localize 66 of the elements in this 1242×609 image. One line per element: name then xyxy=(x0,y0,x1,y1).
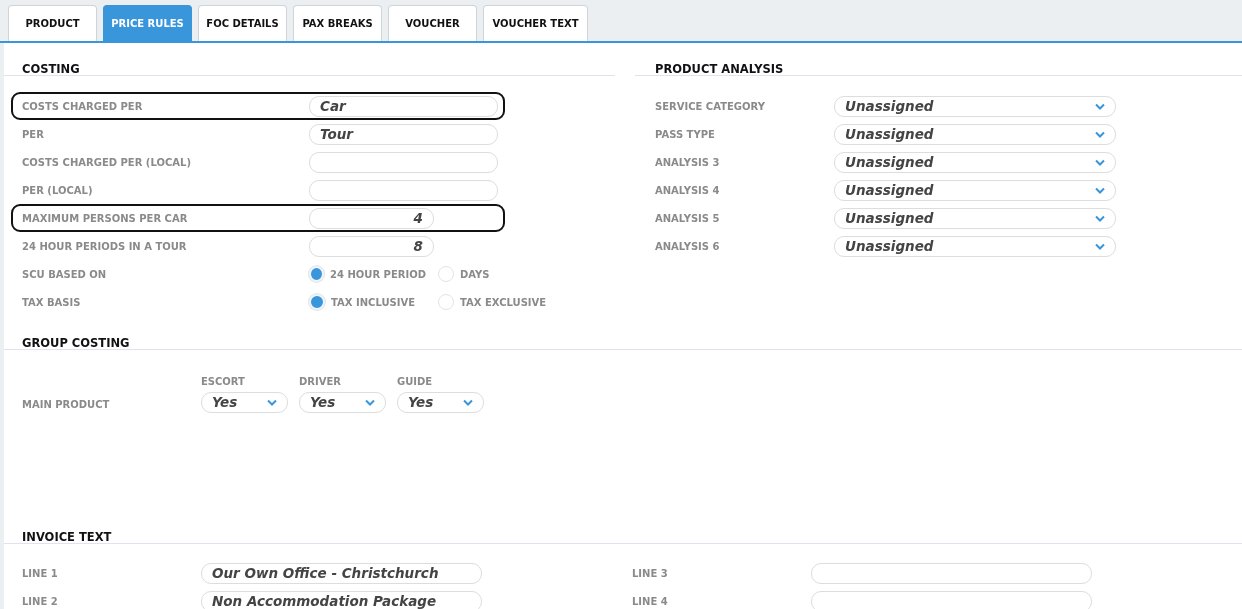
column-header: ESCORT xyxy=(201,375,245,387)
dropdown[interactable]: Unassigned xyxy=(834,207,1116,229)
section-title: PRODUCT ANALYSIS xyxy=(655,62,784,76)
field-label: PER xyxy=(22,128,45,140)
chevron-down-icon xyxy=(1095,242,1105,250)
input-field[interactable]: 4 xyxy=(309,207,434,229)
chevron-down-icon xyxy=(463,398,473,406)
chevron-down-icon xyxy=(1095,102,1105,110)
input-field[interactable]: Car xyxy=(309,95,498,117)
chevron-down-icon xyxy=(1095,158,1105,166)
input-field[interactable] xyxy=(811,562,1092,584)
field-label: MAXIMUM PERSONS PER CAR xyxy=(22,212,189,224)
dropdown[interactable]: Unassigned xyxy=(834,95,1116,117)
field-label: PER (LOCAL) xyxy=(22,184,94,196)
dropdown[interactable]: Unassigned xyxy=(834,151,1116,173)
tab[interactable]: FOC DETAILS xyxy=(198,5,287,41)
dropdown[interactable]: Unassigned xyxy=(834,179,1116,201)
field-label: TAX BASIS xyxy=(22,296,82,308)
tab[interactable]: VOUCHER TEXT xyxy=(483,5,588,41)
radio-button[interactable] xyxy=(309,266,325,282)
input-field[interactable]: Tour xyxy=(309,123,498,145)
chevron-down-icon xyxy=(1095,214,1105,222)
column-header: GUIDE xyxy=(397,375,433,387)
section-title: COSTING xyxy=(22,62,80,76)
input-field[interactable] xyxy=(309,151,498,173)
field-label: 24 HOUR PERIODS IN A TOUR xyxy=(22,240,188,252)
field-label: COSTS CHARGED PER (LOCAL) xyxy=(22,156,192,168)
tab[interactable]: VOUCHER xyxy=(388,5,477,41)
radio-label: TAX EXCLUSIVE xyxy=(460,296,547,308)
tab[interactable]: PAX BREAKS xyxy=(293,5,382,41)
dropdown[interactable]: Unassigned xyxy=(834,123,1116,145)
tab[interactable]: PRODUCT xyxy=(8,5,97,41)
chevron-down-icon xyxy=(1095,186,1105,194)
radio-button[interactable] xyxy=(309,294,325,310)
radio-label: TAX INCLUSIVE xyxy=(331,296,416,308)
radio-button[interactable] xyxy=(438,294,454,310)
dropdown[interactable]: Yes xyxy=(397,391,484,413)
input-field[interactable]: 8 xyxy=(309,235,434,257)
field-label: SCU BASED ON xyxy=(22,268,108,280)
radio-label: DAYS xyxy=(460,268,490,280)
field-label: ANALYSIS 3 xyxy=(655,156,721,168)
field-label: SERVICE CATEGORY xyxy=(655,100,766,112)
field-label: MAIN PRODUCT xyxy=(22,398,110,410)
field-label: LINE 4 xyxy=(632,595,669,607)
column-header: DRIVER xyxy=(299,375,341,387)
field-label: LINE 1 xyxy=(22,567,59,579)
field-label: ANALYSIS 6 xyxy=(655,240,721,252)
chevron-down-icon xyxy=(1095,130,1105,138)
field-label: ANALYSIS 4 xyxy=(655,184,721,196)
section-title: INVOICE TEXT xyxy=(22,530,112,544)
chevron-down-icon xyxy=(267,398,277,406)
field-label: PASS TYPE xyxy=(655,128,716,140)
radio-label: 24 HOUR PERIOD xyxy=(330,268,426,280)
radio-button[interactable] xyxy=(438,266,454,282)
section-title: GROUP COSTING xyxy=(22,336,130,350)
input-field[interactable]: Non Accommodation Package xyxy=(201,590,482,609)
dropdown[interactable]: Unassigned xyxy=(834,235,1116,257)
input-field[interactable]: Our Own Office - Christchurch xyxy=(201,562,482,584)
field-label: COSTS CHARGED PER xyxy=(22,100,144,112)
chevron-down-icon xyxy=(365,398,375,406)
dropdown[interactable]: Yes xyxy=(299,391,386,413)
field-label: LINE 3 xyxy=(632,567,669,579)
field-label: ANALYSIS 5 xyxy=(655,212,721,224)
field-label: LINE 2 xyxy=(22,595,59,607)
dropdown[interactable]: Yes xyxy=(201,391,288,413)
input-field[interactable] xyxy=(309,179,498,201)
